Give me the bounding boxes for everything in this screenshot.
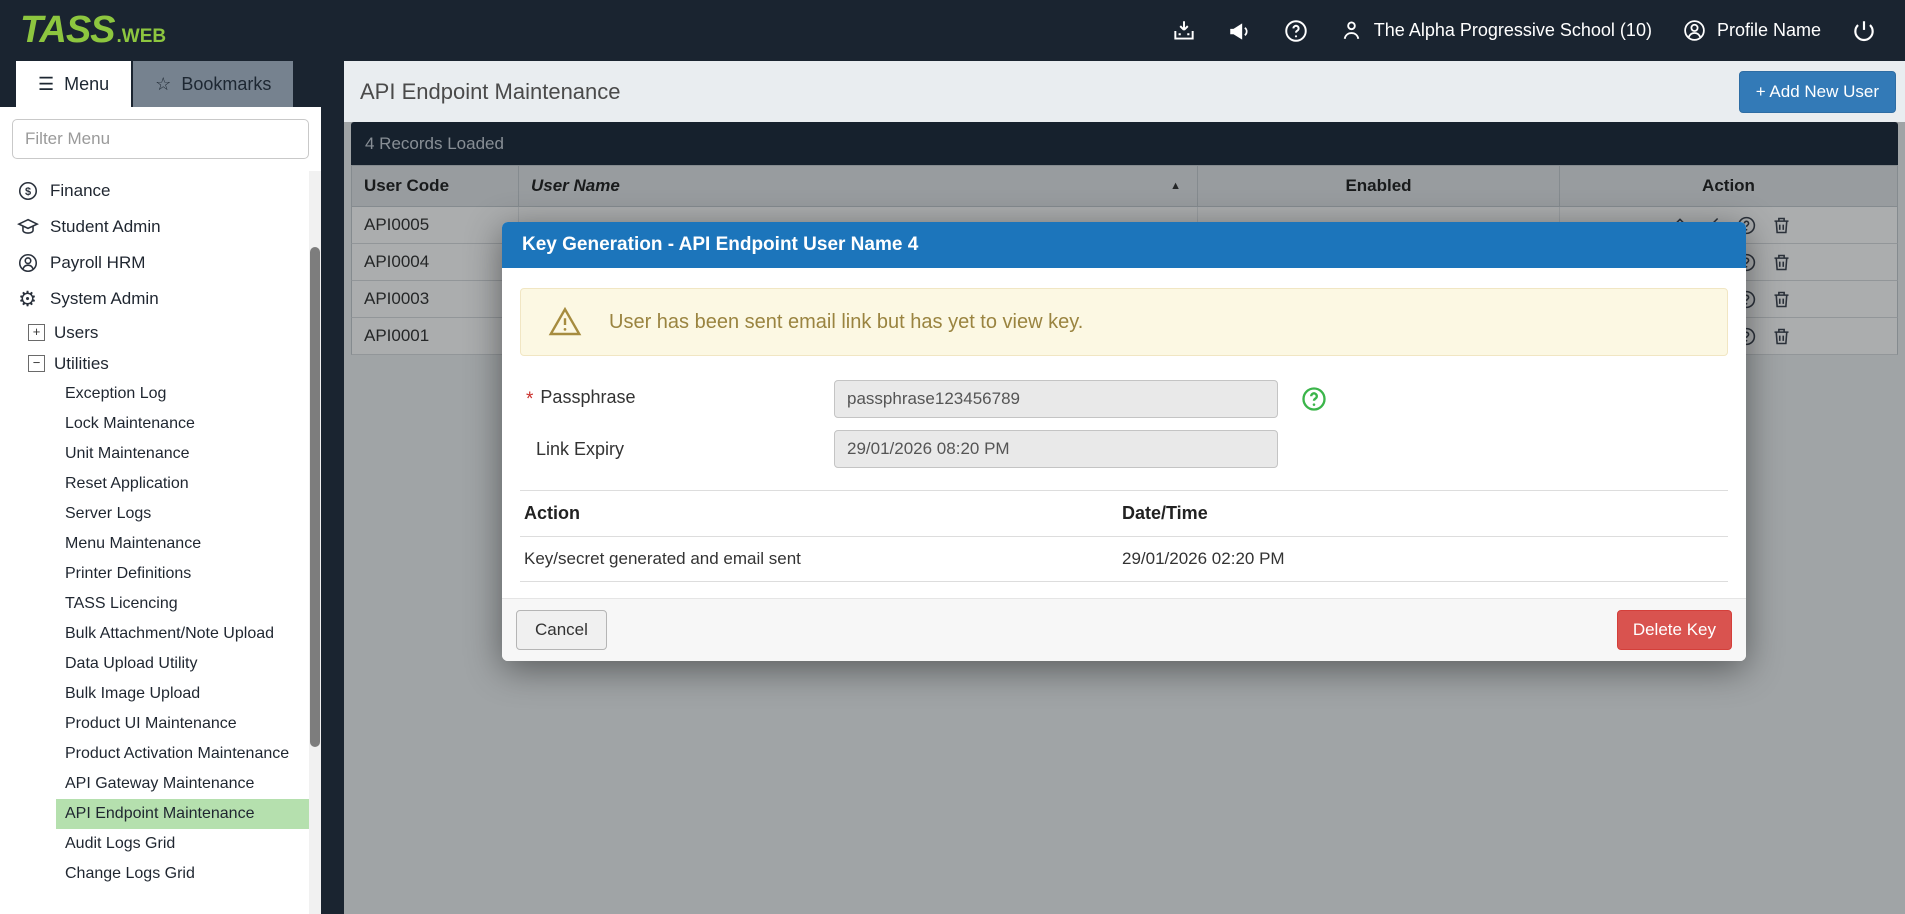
topbar-actions: The Alpha Progressive School (10) Profil… (1171, 18, 1877, 44)
key-history-table: Action Date/Time Key/secret generated an… (520, 490, 1728, 582)
history-datetime-cell: 29/01/2026 02:20 PM (1122, 549, 1724, 569)
person-icon (16, 252, 39, 275)
school-icon (1339, 18, 1365, 44)
sidebar-item-label: Users (54, 323, 98, 343)
history-action-header: Action (524, 503, 1122, 524)
logo-text-secondary: .WEB (117, 26, 167, 48)
sidebar-scrollbar-thumb[interactable] (310, 247, 320, 747)
announcements-icon[interactable] (1227, 18, 1253, 44)
sidebar-item-product-ui-maintenance[interactable]: Product UI Maintenance (56, 709, 313, 739)
modal-body: User has been sent email link but has ye… (502, 268, 1746, 598)
app-root: TASS .WEB (0, 0, 1905, 914)
sidebar-item-printer-definitions[interactable]: Printer Definitions (56, 559, 313, 589)
sidebar-item-server-logs[interactable]: Server Logs (56, 499, 313, 529)
modal-title: Key Generation - API Endpoint User Name … (522, 234, 918, 256)
sidebar-item-exception-log[interactable]: Exception Log (56, 379, 313, 409)
gear-icon: ⚙ (16, 288, 39, 311)
link-expiry-row: Link Expiry (520, 430, 1728, 468)
history-row: Key/secret generated and email sent 29/0… (520, 537, 1728, 582)
sidebar-item-payroll-hrm[interactable]: Payroll HRM (0, 245, 321, 281)
history-header-row: Action Date/Time (520, 491, 1728, 537)
sidebar-item-lock-maintenance[interactable]: Lock Maintenance (56, 409, 313, 439)
delete-key-button[interactable]: Delete Key (1617, 610, 1732, 650)
sidebar-tabs: ☰ Menu ☆ Bookmarks (0, 61, 344, 107)
sidebar-item-menu-maintenance[interactable]: Menu Maintenance (56, 529, 313, 559)
profile-name: Profile Name (1717, 20, 1821, 41)
link-expiry-input[interactable] (834, 430, 1278, 468)
sidebar-item-student-admin[interactable]: Student Admin (0, 209, 321, 245)
star-icon: ☆ (155, 74, 171, 95)
history-action-cell: Key/secret generated and email sent (524, 549, 1122, 569)
sidebar-item-reset-application[interactable]: Reset Application (56, 469, 313, 499)
graduation-cap-icon (16, 216, 39, 239)
sidebar-item-label: Utilities (54, 354, 109, 374)
left-column: ☰ Menu ☆ Bookmarks (0, 61, 344, 914)
finance-icon: $ (16, 180, 39, 203)
passphrase-input[interactable] (834, 380, 1278, 418)
passphrase-label: * Passphrase (520, 387, 834, 411)
sidebar-item-data-upload-utility[interactable]: Data Upload Utility (56, 649, 313, 679)
sidebar-item-utilities[interactable]: − Utilities (0, 348, 321, 379)
tab-bookmarks[interactable]: ☆ Bookmarks (133, 61, 293, 107)
sidebar-item-label: Finance (50, 181, 110, 201)
modal-header: Key Generation - API Endpoint User Name … (502, 222, 1746, 268)
topbar: TASS .WEB (0, 0, 1905, 61)
passphrase-label-text: Passphrase (540, 387, 635, 407)
help-icon[interactable] (1283, 18, 1309, 44)
school-name: The Alpha Progressive School (10) (1374, 20, 1652, 41)
school-selector[interactable]: The Alpha Progressive School (10) (1339, 18, 1652, 44)
tab-menu[interactable]: ☰ Menu (16, 61, 131, 107)
cancel-button[interactable]: Cancel (516, 610, 607, 650)
passphrase-row: * Passphrase (520, 380, 1728, 418)
sidebar-item-change-logs-grid[interactable]: Change Logs Grid (56, 859, 313, 889)
tab-bookmarks-label: Bookmarks (181, 74, 271, 95)
link-expiry-label: Link Expiry (520, 439, 834, 460)
sidebar-item-product-activation-maintenance[interactable]: Product Activation Maintenance (56, 739, 313, 769)
logo-text-primary: TASS (20, 9, 115, 52)
tab-menu-label: Menu (64, 74, 109, 95)
sidebar-item-system-admin[interactable]: ⚙ System Admin (0, 281, 321, 317)
page-title: API Endpoint Maintenance (360, 79, 621, 105)
download-icon[interactable] (1171, 18, 1197, 44)
power-icon[interactable] (1851, 18, 1877, 44)
history-datetime-header: Date/Time (1122, 503, 1724, 524)
key-form: * Passphrase Link Expiry (520, 380, 1728, 468)
warning-text: User has been sent email link but has ye… (609, 311, 1083, 334)
menu-tree: $ Finance S (0, 167, 321, 889)
key-generation-modal: Key Generation - API Endpoint User Name … (502, 222, 1746, 661)
sidebar-item-label: System Admin (50, 289, 159, 309)
sidebar-item-tass-licencing[interactable]: TASS Licencing (56, 589, 313, 619)
required-asterisk: * (526, 389, 533, 410)
sidebar-item-unit-maintenance[interactable]: Unit Maintenance (56, 439, 313, 469)
sidebar-item-bulk-attachment-note-upload[interactable]: Bulk Attachment/Note Upload (56, 619, 313, 649)
sidebar-item-bulk-image-upload[interactable]: Bulk Image Upload (56, 679, 313, 709)
modal-footer: Cancel Delete Key (502, 598, 1746, 661)
sidebar-item-api-gateway-maintenance[interactable]: API Gateway Maintenance (56, 769, 313, 799)
sidebar: $ Finance S (0, 107, 321, 914)
sidebar-item-label: Payroll HRM (50, 253, 145, 273)
profile-icon (1682, 18, 1708, 44)
tass-logo[interactable]: TASS .WEB (20, 9, 166, 52)
sidebar-item-users[interactable]: + Users (0, 317, 321, 348)
filter-menu-input[interactable] (12, 119, 309, 159)
sidebar-item-finance[interactable]: $ Finance (0, 173, 321, 209)
profile-menu[interactable]: Profile Name (1682, 18, 1821, 44)
plus-square-icon[interactable]: + (28, 324, 45, 341)
add-new-user-button[interactable]: + Add New User (1739, 71, 1896, 113)
warning-triangle-icon (547, 304, 583, 340)
page-header: API Endpoint Maintenance + Add New User (344, 61, 1905, 122)
hamburger-icon: ☰ (38, 74, 54, 95)
sidebar-item-api-endpoint-maintenance[interactable]: API Endpoint Maintenance (56, 799, 313, 829)
link-expiry-label-text: Link Expiry (536, 439, 624, 459)
passphrase-help-icon[interactable] (1300, 385, 1328, 413)
sidebar-wrap: $ Finance S (0, 107, 344, 914)
sidebar-item-audit-logs-grid[interactable]: Audit Logs Grid (56, 829, 313, 859)
minus-square-icon[interactable]: − (28, 355, 45, 372)
sidebar-item-label: Student Admin (50, 217, 161, 237)
sidebar-scrollbar[interactable] (309, 171, 321, 914)
warning-alert: User has been sent email link but has ye… (520, 288, 1728, 356)
svg-text:$: $ (24, 186, 30, 198)
